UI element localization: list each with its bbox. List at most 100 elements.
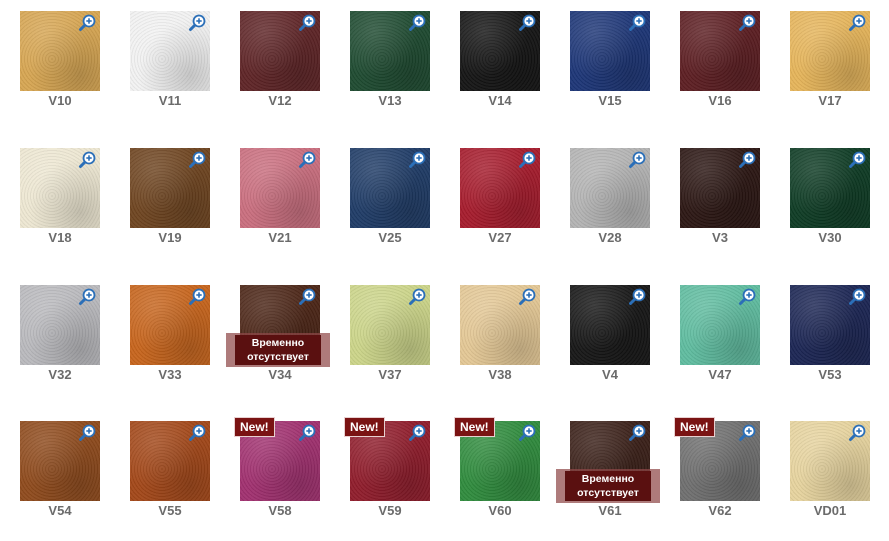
zoom-in-icon[interactable]	[628, 151, 646, 169]
swatch-image[interactable]	[790, 421, 870, 501]
zoom-in-icon[interactable]	[188, 14, 206, 32]
swatch-item: V4	[570, 285, 680, 405]
swatch-code-label: V17	[818, 93, 842, 108]
swatch-image[interactable]	[570, 148, 650, 228]
swatch-code-label: V13	[378, 93, 402, 108]
swatch-image[interactable]: New!	[344, 417, 430, 501]
zoom-in-icon[interactable]	[298, 151, 316, 169]
zoom-in-icon[interactable]	[408, 151, 426, 169]
zoom-in-icon[interactable]	[78, 288, 96, 306]
zoom-in-icon[interactable]	[628, 424, 646, 442]
zoom-in-icon[interactable]	[738, 14, 756, 32]
swatch-image[interactable]	[790, 285, 870, 365]
swatch-image[interactable]	[20, 148, 100, 228]
swatch-code-label: V19	[158, 230, 182, 245]
swatch-image[interactable]	[570, 11, 650, 91]
swatch-code-label: V18	[48, 230, 72, 245]
swatch-code-label: V53	[818, 367, 842, 382]
swatch-item: V25	[350, 148, 460, 268]
swatch-item: V28	[570, 148, 680, 268]
swatch-image[interactable]	[790, 148, 870, 228]
zoom-in-icon[interactable]	[518, 288, 536, 306]
swatch-item: V19	[130, 148, 240, 268]
swatch-image[interactable]	[460, 11, 540, 91]
zoom-in-icon[interactable]	[518, 14, 536, 32]
zoom-in-icon[interactable]	[188, 288, 206, 306]
swatch-item: V16	[680, 11, 790, 131]
swatch-image[interactable]	[790, 11, 870, 91]
swatch-code-label: V25	[378, 230, 402, 245]
zoom-in-icon[interactable]	[628, 14, 646, 32]
zoom-in-icon[interactable]	[738, 151, 756, 169]
swatch-image[interactable]	[130, 285, 210, 365]
swatch-code-label: V12	[268, 93, 292, 108]
swatch-image[interactable]	[680, 11, 760, 91]
swatch-image[interactable]	[680, 148, 760, 228]
swatch-item: V10	[20, 11, 130, 131]
swatch-image[interactable]	[20, 285, 100, 365]
swatch-image[interactable]	[350, 285, 430, 365]
swatch-code-label: V10	[48, 93, 72, 108]
zoom-in-icon[interactable]	[78, 14, 96, 32]
zoom-in-icon[interactable]	[848, 151, 866, 169]
swatch-image[interactable]: New!	[674, 417, 760, 501]
swatch-item: V53	[790, 285, 889, 405]
swatch-image[interactable]	[240, 148, 320, 228]
swatch-code-label: V34	[268, 367, 292, 382]
swatch-code-label: V14	[488, 93, 512, 108]
swatch-item: Временно отсутствует V34	[226, 285, 350, 405]
zoom-in-icon[interactable]	[298, 424, 316, 442]
swatch-code-label: V47	[708, 367, 732, 382]
swatch-code-label: V27	[488, 230, 512, 245]
swatch-image[interactable]	[460, 148, 540, 228]
zoom-in-icon[interactable]	[188, 151, 206, 169]
swatch-image[interactable]: New!	[234, 417, 320, 501]
swatch-image[interactable]	[20, 11, 100, 91]
zoom-in-icon[interactable]	[78, 424, 96, 442]
swatch-item: V21	[240, 148, 350, 268]
swatch-image[interactable]	[130, 148, 210, 228]
swatch-code-label: V21	[268, 230, 292, 245]
swatch-item: V11	[130, 11, 240, 131]
zoom-in-icon[interactable]	[848, 424, 866, 442]
swatch-code-label: V32	[48, 367, 72, 382]
swatch-item: V30	[790, 148, 889, 268]
swatch-image[interactable]	[240, 11, 320, 91]
swatch-item: V54	[20, 421, 130, 541]
swatch-image[interactable]	[20, 421, 100, 501]
zoom-in-icon[interactable]	[408, 424, 426, 442]
swatch-image[interactable]	[350, 148, 430, 228]
zoom-in-icon[interactable]	[188, 424, 206, 442]
swatch-image[interactable]	[570, 285, 650, 365]
zoom-in-icon[interactable]	[298, 14, 316, 32]
swatch-image[interactable]	[350, 11, 430, 91]
zoom-in-icon[interactable]	[408, 288, 426, 306]
out-of-stock-badge: Временно отсутствует	[556, 469, 660, 503]
zoom-in-icon[interactable]	[738, 424, 756, 442]
zoom-in-icon[interactable]	[738, 288, 756, 306]
zoom-in-icon[interactable]	[518, 424, 536, 442]
swatch-code-label: V33	[158, 367, 182, 382]
swatch-image[interactable]	[680, 285, 760, 365]
zoom-in-icon[interactable]	[518, 151, 536, 169]
swatch-item: V32	[20, 285, 130, 405]
new-badge: New!	[344, 417, 385, 437]
swatch-code-label: V54	[48, 503, 72, 518]
swatch-item: V27	[460, 148, 570, 268]
swatch-image[interactable]	[130, 11, 210, 91]
zoom-in-icon[interactable]	[848, 14, 866, 32]
swatch-code-label: V11	[158, 93, 182, 108]
swatch-code-label: V55	[158, 503, 182, 518]
swatch-item: VD01	[790, 421, 889, 541]
swatch-image[interactable]	[460, 285, 540, 365]
zoom-in-icon[interactable]	[78, 151, 96, 169]
zoom-in-icon[interactable]	[628, 288, 646, 306]
zoom-in-icon[interactable]	[298, 288, 316, 306]
zoom-in-icon[interactable]	[408, 14, 426, 32]
swatch-image[interactable]	[130, 421, 210, 501]
zoom-in-icon[interactable]	[848, 288, 866, 306]
swatch-image[interactable]: New!	[454, 417, 540, 501]
swatch-code-label: VD01	[813, 503, 847, 518]
swatch-item: V15	[570, 11, 680, 131]
new-badge: New!	[454, 417, 495, 437]
